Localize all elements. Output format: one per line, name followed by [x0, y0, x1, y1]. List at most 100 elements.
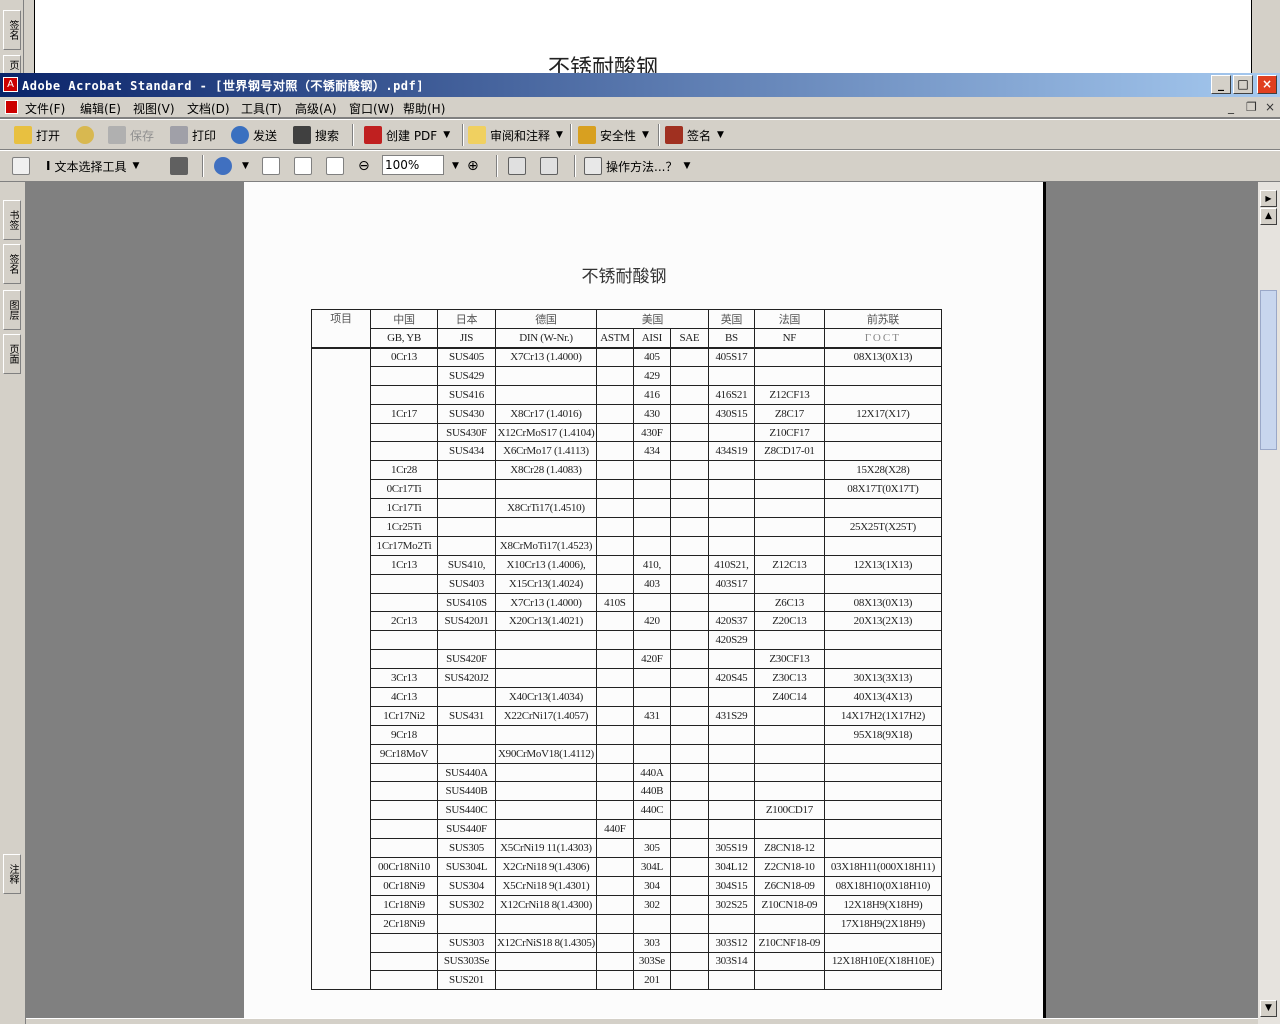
cell-bs: [707, 970, 755, 991]
cell-astm: [595, 781, 634, 802]
cell-sae: [669, 403, 709, 424]
cell-aisi: 420F: [632, 649, 671, 670]
cell-astm: [595, 535, 634, 556]
cell-gost: [823, 630, 942, 651]
cell-bs: [707, 781, 755, 802]
document-icon[interactable]: [5, 100, 18, 114]
cell-gost: 12X18H9(X18H9): [823, 894, 942, 915]
cell-sae: [669, 951, 709, 972]
organizer-icon: [76, 126, 94, 144]
background-tab-signature[interactable]: 签名: [3, 10, 21, 50]
header-item: 项目: [311, 309, 371, 348]
cell-gost: [823, 932, 942, 953]
cell-bs: 304S15: [707, 875, 755, 896]
zoom-in-button[interactable]: ⊕: [467, 154, 479, 178]
organizer-button[interactable]: [76, 123, 98, 147]
cell-astm: [595, 346, 634, 367]
menu-window[interactable]: 窗口(W): [349, 100, 394, 117]
window-title-bar[interactable]: A Adobe Acrobat Standard - [世界钢号对照（不锈耐酸钢…: [0, 73, 1280, 97]
cell-din: X8CrMoTi17(1.4523): [495, 535, 597, 556]
doc-minimize-icon[interactable]: _: [1228, 100, 1234, 114]
tab-bookmarks[interactable]: 书签: [3, 200, 21, 240]
save-button[interactable]: 保存: [108, 123, 154, 147]
actual-size-button[interactable]: [262, 154, 284, 178]
cell-nf: Z8C17: [753, 403, 825, 424]
chevron-down-icon[interactable]: ▼: [242, 161, 249, 171]
doc-close-icon[interactable]: ×: [1265, 100, 1275, 114]
fit-page-button[interactable]: [294, 154, 316, 178]
rotate-counterclockwise-button[interactable]: [540, 154, 562, 178]
toolbar-separator: [574, 155, 576, 177]
create-pdf-button[interactable]: 创建 PDF ▼: [364, 123, 450, 147]
send-button[interactable]: 发送: [231, 123, 277, 147]
menu-view[interactable]: 视图(V): [133, 100, 175, 117]
scroll-down-icon[interactable]: ▼: [1260, 1000, 1277, 1017]
menu-edit[interactable]: 编辑(E): [80, 100, 121, 117]
chevron-down-icon[interactable]: ▼: [717, 130, 724, 140]
cell-astm: [595, 970, 634, 991]
tab-layers[interactable]: 图层: [3, 290, 21, 330]
cell-astm: 440F: [595, 819, 634, 840]
zoom-dropdown[interactable]: ▼: [446, 154, 459, 178]
zoom-in-tool-button[interactable]: ▼: [214, 154, 249, 178]
menu-advanced[interactable]: 高级(A): [295, 100, 337, 117]
cell-din: X10Cr13 (1.4006),: [495, 554, 597, 575]
print-button[interactable]: 打印: [170, 123, 216, 147]
zoom-out-button[interactable]: ⊖: [358, 154, 370, 178]
security-button[interactable]: 安全性 ▼: [578, 123, 649, 147]
fit-width-button[interactable]: [326, 154, 348, 178]
hand-tool-button[interactable]: [12, 154, 34, 178]
header-bs: BS: [707, 328, 755, 348]
chevron-down-icon[interactable]: ▼: [642, 130, 649, 140]
cell-gost: 40X13(4X13): [823, 687, 942, 707]
maximize-button[interactable]: □: [1233, 75, 1253, 94]
cell-jis: SUS420F: [437, 649, 496, 670]
chevron-down-icon[interactable]: ▼: [132, 161, 139, 171]
cell-gb: 3Cr13: [370, 668, 438, 689]
cell-gost: [823, 441, 942, 462]
table-row: 2Cr13 SUS420J1 X20Cr13(1.4021) 420 420S37 Z20…: [312, 611, 942, 632]
how-to-button[interactable]: 操作方法...？ ▼: [584, 154, 690, 178]
background-document-page: 不锈耐酸钢: [34, 0, 1252, 75]
acrobat-app-icon[interactable]: A: [3, 77, 18, 92]
background-page-title: 不锈耐酸钢: [548, 56, 659, 75]
chevron-down-icon[interactable]: ▼: [556, 130, 563, 140]
search-button[interactable]: 搜索: [293, 123, 339, 147]
tab-signatures[interactable]: 签名: [3, 244, 21, 284]
text-select-tool-button[interactable]: Ⅰ 文本选择工具 ▼: [46, 154, 139, 178]
rotate-clockwise-button[interactable]: [508, 154, 530, 178]
chevron-down-icon[interactable]: ▼: [443, 130, 450, 140]
cell-gost: [823, 422, 942, 443]
tab-pages[interactable]: 页面: [3, 334, 21, 374]
review-comment-button[interactable]: 审阅和注释 ▼: [468, 123, 563, 147]
snapshot-tool-button[interactable]: [170, 154, 192, 178]
menu-tools[interactable]: 工具(T): [241, 100, 282, 117]
close-button[interactable]: ×: [1257, 75, 1277, 94]
cell-aisi: 405: [632, 346, 671, 367]
sign-button[interactable]: 签名 ▼: [665, 123, 724, 147]
vertical-scrollbar[interactable]: ▶ ▲ ▼: [1258, 182, 1280, 1024]
background-scrollbar[interactable]: [1258, 0, 1280, 75]
menu-help[interactable]: 帮助(H): [403, 100, 445, 117]
cell-astm: [595, 365, 634, 386]
menu-document[interactable]: 文档(D): [187, 100, 230, 117]
table-row: SUS403 X15Cr13(1.4024) 403 403S17: [312, 573, 942, 594]
cell-din: [495, 781, 597, 802]
scrollbar-thumb[interactable]: [1260, 290, 1277, 450]
doc-restore-icon[interactable]: ❐: [1246, 100, 1257, 114]
open-button[interactable]: 打开: [14, 123, 60, 147]
zoom-level-field[interactable]: 100%: [382, 155, 444, 175]
scroll-up-icon[interactable]: ▲: [1260, 208, 1277, 225]
header-din: DIN (W-Nr.): [495, 328, 597, 348]
cell-aisi: 440B: [632, 781, 671, 802]
page-nav-arrow-icon[interactable]: ▶: [1260, 190, 1277, 207]
globe-send-icon: [231, 126, 249, 144]
minimize-button[interactable]: _: [1211, 75, 1231, 94]
cell-gost: [823, 384, 942, 405]
chevron-down-icon[interactable]: ▼: [683, 161, 690, 171]
background-tab-pages[interactable]: 页面: [3, 55, 21, 75]
magnifier-icon: [214, 157, 232, 175]
cell-gb: 0Cr13: [370, 346, 438, 367]
tab-comments[interactable]: 注释: [3, 854, 21, 894]
menu-file[interactable]: 文件(F): [25, 100, 65, 117]
